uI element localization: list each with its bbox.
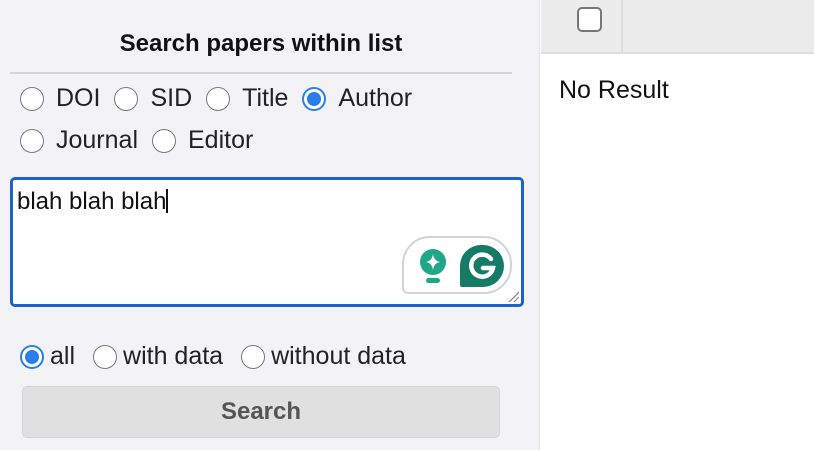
divider (10, 72, 512, 74)
lightbulb-icon[interactable] (418, 248, 448, 288)
radio-button[interactable] (20, 128, 44, 153)
radio-label: without data (271, 342, 406, 370)
search-panel: Search papers within list DOI SID Title … (0, 0, 540, 450)
text-caret (166, 189, 168, 213)
radio-with-data[interactable]: with data (93, 342, 223, 371)
radio-author[interactable]: Author (302, 84, 412, 113)
radio-title[interactable]: Title (206, 84, 288, 113)
search-button[interactable]: Search (22, 386, 500, 438)
search-textarea[interactable]: blah blah blah (10, 177, 524, 307)
radio-button[interactable] (152, 128, 176, 153)
radio-all[interactable]: all (20, 342, 75, 371)
radio-button[interactable] (241, 344, 266, 369)
grammarly-widget[interactable] (402, 236, 512, 294)
radio-label: Author (338, 84, 413, 112)
data-filter-group: all with data without data (20, 342, 420, 371)
grammarly-icon[interactable] (460, 245, 504, 287)
radio-editor[interactable]: Editor (152, 126, 253, 155)
panel-title: Search papers within list (119, 30, 403, 57)
radio-without-data[interactable]: without data (241, 342, 406, 371)
radio-label: all (50, 342, 76, 370)
radio-button[interactable] (20, 344, 44, 369)
radio-button[interactable] (114, 86, 139, 111)
radio-button[interactable] (20, 86, 44, 111)
radio-label: Journal (56, 126, 138, 154)
radio-button[interactable] (302, 86, 327, 111)
checkbox-column (541, 0, 623, 52)
radio-label: Editor (188, 126, 254, 154)
radio-label: DOI (56, 84, 101, 112)
resize-handle[interactable] (507, 290, 519, 302)
radio-sid[interactable]: SID (114, 84, 192, 113)
radio-doi[interactable]: DOI (20, 84, 100, 113)
radio-label: Title (242, 84, 289, 112)
radio-label: SID (150, 84, 193, 112)
radio-button[interactable] (93, 344, 118, 369)
radio-label: with data (123, 342, 224, 370)
radio-journal[interactable]: Journal (20, 126, 138, 155)
search-query-text: blah blah blah (17, 188, 167, 215)
results-table-header (541, 0, 814, 54)
field-radio-group: DOI SID Title Author (20, 84, 426, 113)
radio-button[interactable] (206, 86, 231, 111)
field-radio-group-2: Journal Editor (20, 126, 267, 155)
select-all-checkbox[interactable] (577, 7, 602, 32)
no-result-text: No Result (559, 76, 669, 104)
